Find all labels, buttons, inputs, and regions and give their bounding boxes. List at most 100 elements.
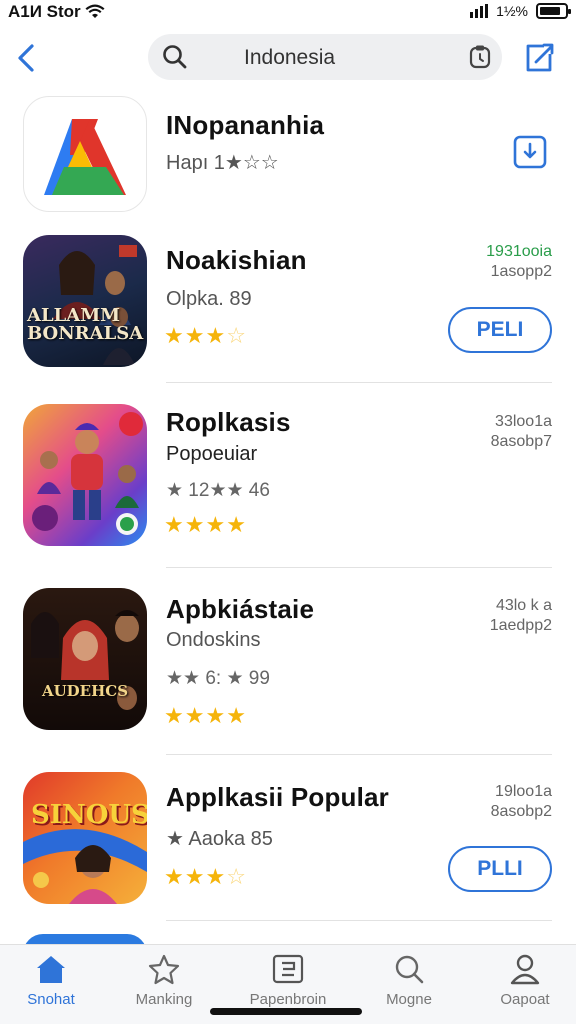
star-icon <box>148 954 180 985</box>
game-art <box>23 829 147 904</box>
rating-stars: ★ ★ ★ ★ <box>164 705 246 727</box>
apps-icon <box>272 954 304 984</box>
star-icon: ★ <box>226 512 246 537</box>
nav-bar: Indonesia <box>0 30 576 86</box>
logo-icon <box>44 119 126 195</box>
get-button[interactable]: PLLI <box>448 846 552 892</box>
app-title: Roplkasis <box>166 407 291 437</box>
star-icon: ★ <box>184 512 205 537</box>
list-item[interactable]: Roplkasis Popoeuiar ★ 12★★ 46 ★ ★ ★ ★ 33loo… <box>0 400 576 568</box>
divider <box>166 754 552 755</box>
battery-text: 1½% <box>496 3 528 19</box>
star-icon: ★ <box>205 703 226 728</box>
app-subtitle: Olpka. 89 <box>166 288 252 310</box>
tab-apps[interactable]: Papenbroin <box>243 953 333 1008</box>
app-subtitle: Ondoskins <box>166 629 261 651</box>
app-meta: 19loo1a 8asobp2 <box>491 782 552 822</box>
home-icon <box>37 956 65 983</box>
tab-search[interactable]: Mogne <box>364 953 454 1008</box>
poster-caption: ALLAMM BONRALSA <box>27 305 144 344</box>
person-icon <box>510 954 540 985</box>
tab-label: Oapoat <box>500 991 550 1008</box>
app-icon[interactable] <box>23 96 147 212</box>
star-icon: ★ <box>184 864 205 889</box>
back-button[interactable] <box>12 38 48 78</box>
game-art <box>32 412 143 535</box>
app-meta-line: 19loo1a <box>495 783 552 800</box>
tab-today[interactable]: Snohat <box>6 953 96 1008</box>
wifi-icon <box>85 4 105 18</box>
tab-label: Papenbroin <box>249 991 327 1008</box>
app-title: Apbkiástaie <box>166 594 315 624</box>
app-meta-line: 33loo1a <box>495 413 552 430</box>
tab-label: Mogne <box>386 991 432 1008</box>
app-meta-line: 43lo k a <box>495 597 552 614</box>
poster-caption: SINOUS <box>31 800 147 830</box>
list-item[interactable]: AUDEHCS Apbkiástaie Ondoskins ★★ 6: ★ 99… <box>0 586 576 756</box>
divider <box>166 382 552 383</box>
app-rating-text: ★★ 6: ★ 99 <box>166 668 270 689</box>
poster-image <box>53 245 137 365</box>
star-icon: ☆ <box>226 864 246 889</box>
star-icon: ★ <box>184 323 205 348</box>
tab-label: Snohat <box>27 991 75 1008</box>
app-icon[interactable]: SINOUS <box>23 772 147 904</box>
app-meta: 1931ooia 1asopp2 <box>486 242 552 282</box>
battery-icon <box>536 3 571 19</box>
app-meta-line: 1931ooia <box>486 243 552 260</box>
download-button[interactable] <box>512 134 548 170</box>
share-icon <box>526 43 554 72</box>
search-text: Indonesia <box>244 46 336 69</box>
app-subtitle: ★ Aaoka 85 <box>166 828 273 850</box>
app-icon[interactable]: ALLAMM BONRALSA <box>23 235 147 367</box>
rating-stars: ★ ★ ★ ☆ <box>164 866 246 888</box>
app-meta: 43lo k a 1aedpp2 <box>490 596 552 636</box>
app-subtitle: Popoeuiar <box>166 443 258 465</box>
star-icon: ★ <box>164 703 184 728</box>
rating-stars: ★ ★ ★ ★ <box>164 514 246 536</box>
app-meta: 33loo1a 8asobp7 <box>491 412 552 452</box>
home-indicator <box>210 1008 362 1015</box>
star-icon: ★ <box>205 864 226 889</box>
app-title: INopananhia <box>166 110 325 140</box>
search-field[interactable]: Indonesia <box>148 34 502 80</box>
app-meta-line: 8asobp2 <box>490 803 552 820</box>
star-icon: ★ <box>205 323 226 348</box>
poster-image <box>31 610 139 710</box>
app-meta-line: 1aedpp2 <box>489 617 552 634</box>
star-icon: ★ <box>205 512 226 537</box>
app-meta-line: 1asopp2 <box>490 263 552 280</box>
share-button[interactable] <box>522 40 556 79</box>
chevron-left-icon <box>18 44 34 72</box>
app-title: Noakishian <box>166 245 307 275</box>
signal-icon <box>470 4 489 18</box>
download-icon <box>513 135 547 169</box>
list-item[interactable]: ALLAMM BONRALSA Noakishian Olpka. 89 ★ ★ ★… <box>0 232 576 383</box>
app-rating-text: ★ 12★★ 46 <box>166 480 270 501</box>
search-icon <box>163 45 187 69</box>
status-bar: A1И Stor 1½% <box>0 0 576 26</box>
list-item[interactable] <box>0 934 576 974</box>
rating-stars: ★ ★ ★ ☆ <box>164 325 246 347</box>
star-icon: ★ <box>164 512 184 537</box>
status-right: 1½% <box>470 3 571 19</box>
app-subtitle: Hapı 1★☆☆ <box>166 152 279 174</box>
app-meta-line: 8asobp7 <box>490 433 552 450</box>
poster-caption: AUDEHCS <box>41 682 129 700</box>
tab-ranking[interactable]: Manking <box>119 953 209 1008</box>
star-icon: ☆ <box>226 323 246 348</box>
app-title: Applkasii Popular <box>166 782 390 812</box>
app-icon[interactable]: AUDEHCS <box>23 588 147 730</box>
star-icon: ★ <box>184 703 205 728</box>
divider <box>166 567 552 568</box>
divider <box>166 920 552 921</box>
list-item[interactable]: SINOUS Applkasii Popular ★ Aaoka 85 ★ ★ ★ ☆… <box>0 770 576 921</box>
app-icon[interactable] <box>23 404 147 546</box>
list-item[interactable]: INopananhia Hapı 1★☆☆ <box>0 94 576 224</box>
get-button[interactable]: PELI <box>448 307 552 353</box>
search-icon <box>395 955 424 984</box>
tab-account[interactable]: Oapoat <box>480 953 570 1008</box>
clipboard-icon[interactable] <box>468 44 492 70</box>
tab-label: Manking <box>135 991 193 1008</box>
star-icon: ★ <box>164 323 184 348</box>
